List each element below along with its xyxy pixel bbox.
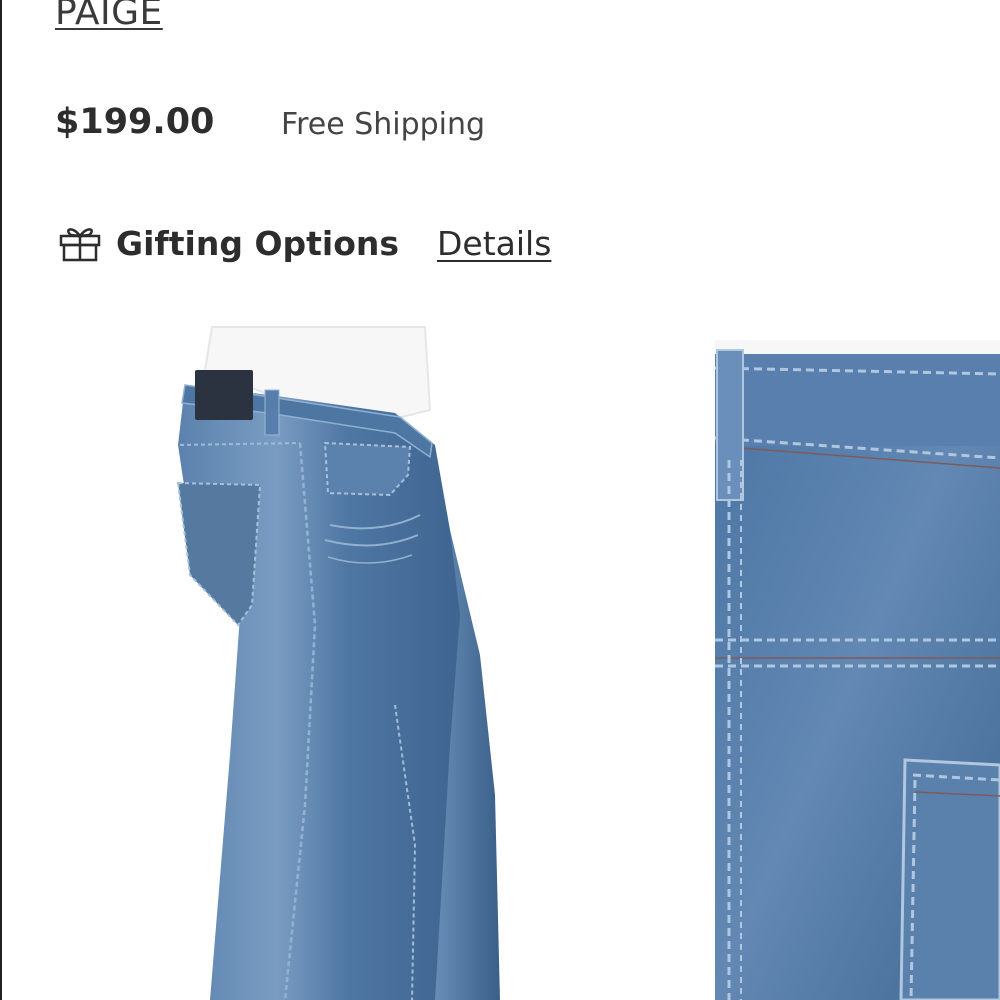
product-image-main[interactable] xyxy=(150,325,530,1000)
product-image-detail[interactable] xyxy=(715,340,1000,1000)
brand-link[interactable]: PAIGE xyxy=(55,0,163,33)
gift-icon xyxy=(58,221,102,265)
gifting-details-link[interactable]: Details xyxy=(437,224,551,263)
product-page: PAIGE $199.00 Free Shipping Gifting Opti… xyxy=(0,0,1000,1000)
gifting-options-row: Gifting Options Details xyxy=(58,218,551,268)
product-price: $199.00 xyxy=(55,102,215,142)
shipping-info: Free Shipping xyxy=(281,107,486,142)
window-edge xyxy=(0,0,2,1000)
gifting-options-label: Gifting Options xyxy=(116,223,400,263)
